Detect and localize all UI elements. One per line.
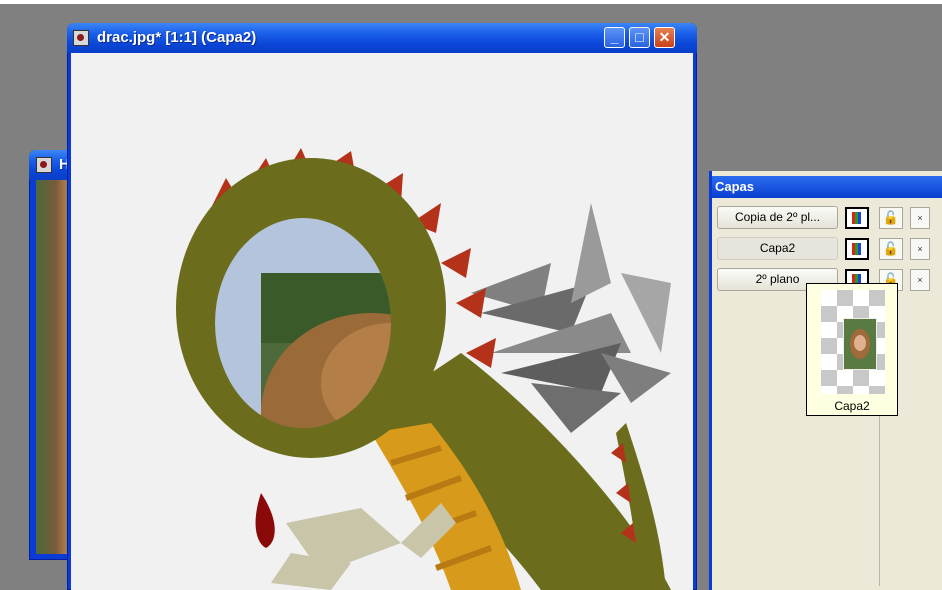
delete-layer-button[interactable]: × <box>910 269 930 291</box>
delete-layer-button[interactable]: × <box>910 207 930 229</box>
layer-name-button[interactable]: Capa2 <box>717 237 838 260</box>
image-canvas[interactable] <box>71 53 693 590</box>
visibility-icon[interactable] <box>845 207 869 229</box>
layers-panel-title: Capas <box>712 176 942 198</box>
minimize-icon: _ <box>610 29 619 45</box>
tooltip-label: Capa2 <box>834 399 870 413</box>
maximize-button[interactable]: □ <box>629 27 650 48</box>
close-icon: ✕ <box>658 29 671 45</box>
visibility-icon[interactable] <box>845 238 869 260</box>
minimize-button[interactable]: _ <box>604 27 625 48</box>
image-window-title: drac.jpg* [1:1] (Capa2) <box>97 29 257 46</box>
thumbnail-photo <box>843 318 877 370</box>
image-window[interactable]: drac.jpg* [1:1] (Capa2) _ □ ✕ <box>67 23 697 590</box>
blood-drop <box>255 493 275 548</box>
layer-thumbnail-tooltip: Capa2 <box>806 283 898 416</box>
delete-layer-button[interactable]: × <box>910 238 930 260</box>
layer-thumbnail <box>821 290 885 394</box>
desktop-top-strip <box>0 0 942 4</box>
dragon-arm <box>271 503 456 590</box>
layer-name-button[interactable]: Copia de 2º pl... <box>717 206 838 229</box>
unlock-icon[interactable]: 🔓 <box>879 207 903 229</box>
image-icon <box>73 30 89 46</box>
close-button[interactable]: ✕ <box>654 27 675 48</box>
maximize-icon: □ <box>635 29 644 45</box>
unlock-icon[interactable]: 🔓 <box>879 238 903 260</box>
image-icon <box>36 157 52 173</box>
dragon-image <box>176 148 671 590</box>
image-window-titlebar[interactable]: drac.jpg* [1:1] (Capa2) _ □ ✕ <box>67 23 697 53</box>
